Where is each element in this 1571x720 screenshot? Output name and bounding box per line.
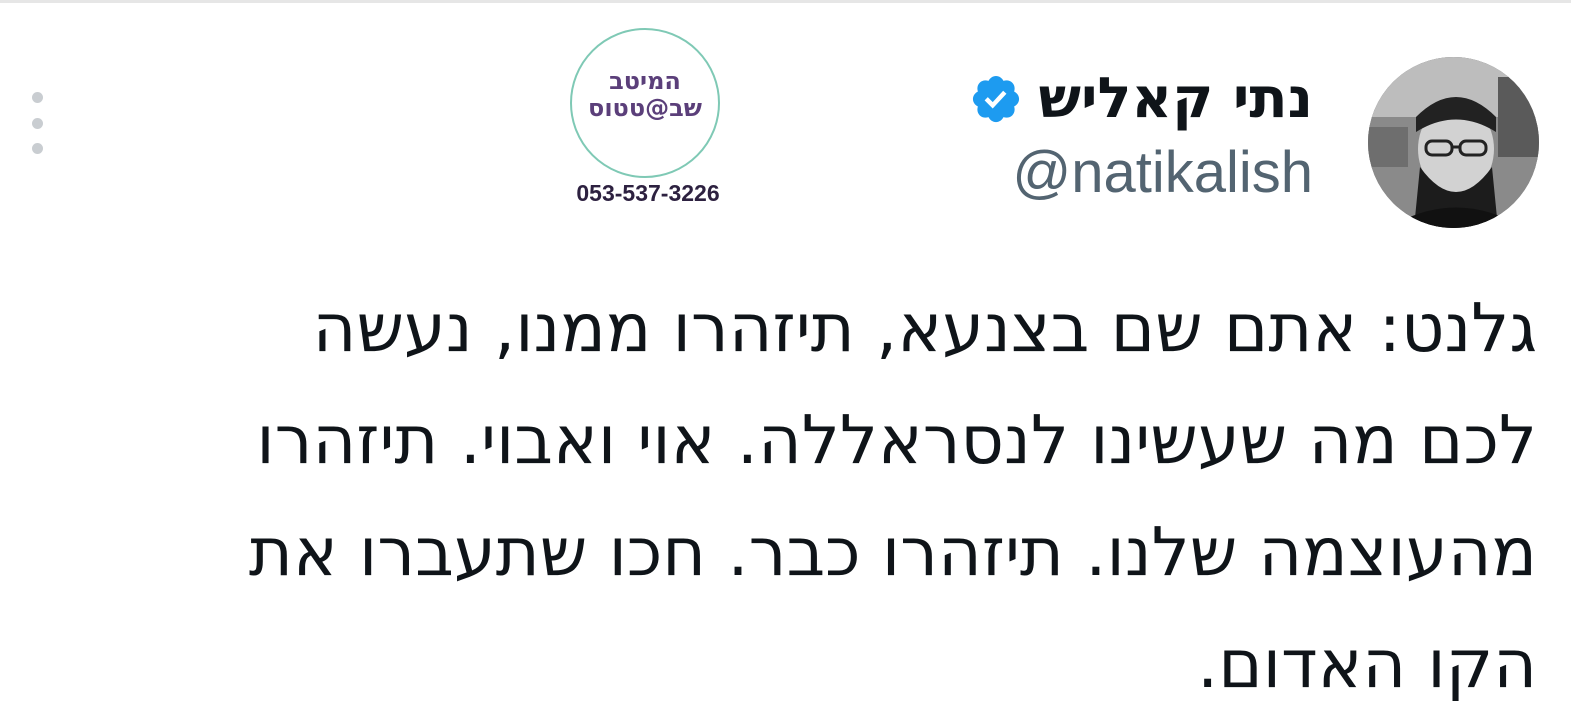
more-options-icon-dot [31, 117, 43, 129]
watermark-logo: המיטב שב@טטוס [570, 68, 720, 122]
author-avatar[interactable] [1368, 57, 1539, 228]
author-name-row: נתי קאליש [969, 64, 1313, 134]
more-options-icon-dot [31, 143, 43, 154]
author-display-name[interactable]: נתי קאליש [1039, 64, 1313, 134]
watermark-logo-line2: שב@טטוס [588, 94, 702, 122]
tweet-text: גלנט: אתם שם בצנעא, תיזהרו ממנו, נעשה לכ… [117, 272, 1537, 720]
more-options-icon-dot [31, 92, 43, 103]
author-handle[interactable]: @natikalish [1012, 138, 1313, 208]
top-divider [0, 0, 1571, 3]
more-options-button[interactable] [22, 92, 52, 154]
watermark-logo-line1: המיטב [609, 67, 681, 95]
verified-badge-icon [969, 72, 1023, 126]
tweet-text-line: גלנט: אתם שם בצנעא, תיזהרו ממנו, נעשה [312, 289, 1537, 367]
tweet-text-line: הקו האדום. [1196, 625, 1537, 703]
watermark-phone: 053-537-3226 [576, 180, 720, 206]
tweet-text-line: מהעוצמה שלנו. תיזהרו כבר. חכו שתעברו את [248, 513, 1537, 591]
watermark: המיטב שב@טטוס 053-537-3226 [548, 28, 748, 218]
tweet-text-line: לכם מה שעשינו לנסראללה. אוי ואבוי. תיזהר… [256, 401, 1537, 479]
